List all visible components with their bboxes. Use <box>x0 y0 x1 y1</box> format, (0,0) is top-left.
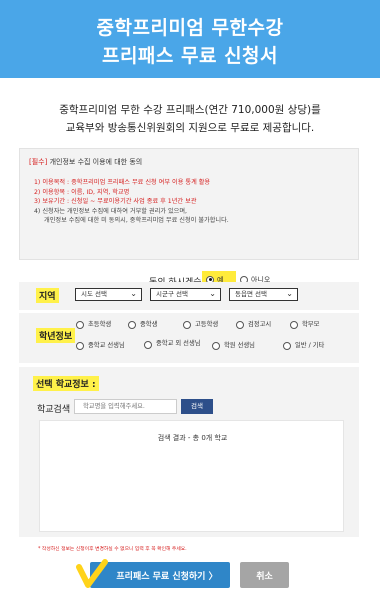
radio-unchecked-icon[interactable] <box>290 320 298 329</box>
option-label: 고등학생 <box>195 321 219 328</box>
option-high[interactable]: 고등학생 <box>183 320 218 329</box>
radio-unchecked-icon[interactable] <box>144 341 152 349</box>
town-select[interactable]: 동읍면 선택 ⌄ <box>229 288 298 301</box>
apply-button-label: 프리패스 무료 신청하기 〉 <box>116 571 218 582</box>
school-search-input[interactable] <box>74 399 177 414</box>
radio-unchecked-icon[interactable] <box>76 341 84 350</box>
option-label: 초등학생 <box>88 321 112 328</box>
intro-text: 중학프리미엄 무한 수강 프리패스(연간 710,000원 상당)를 교육부와 … <box>0 101 380 137</box>
province-select-value: 시도 선택 <box>81 290 107 298</box>
chevron-down-icon: ⌄ <box>209 289 216 298</box>
option-academy-teacher[interactable]: 학원 선생님 <box>212 341 255 350</box>
apply-button[interactable]: 프리패스 무료 신청하기 〉 <box>90 562 230 588</box>
option-middle[interactable]: 중학생 <box>128 320 157 329</box>
cancel-button[interactable]: 취소 <box>240 562 289 588</box>
option-label: 중학생 <box>140 321 158 328</box>
radio-unchecked-icon[interactable] <box>283 341 291 350</box>
consent-item: 1) 이용목적 : 중학프리미엄 프리패스 무료 신청 여부 이용 통계 활용 <box>34 179 211 186</box>
consent-box: [필수] 개인정보 수집 이용에 대한 동의 1) 이용목적 : 중학프리미엄 … <box>19 148 359 260</box>
intro-line1: 중학프리미엄 무한 수강 프리패스(연간 710,000원 상당)를 <box>59 104 321 116</box>
footnote: * 작성하신 정보는 신청이후 변경하실 수 없으니 입력 후 꼭 확인해 주세… <box>38 547 187 552</box>
check-mark-icon <box>76 559 108 588</box>
option-ged[interactable]: 검정고시 <box>236 320 271 329</box>
radio-unchecked-icon[interactable] <box>183 320 191 329</box>
chevron-down-icon: ⌄ <box>130 289 137 298</box>
option-middle-teacher[interactable]: 중학교 선생님 <box>76 341 125 350</box>
option-label: 검정고시 <box>248 321 272 328</box>
option-label: 중학교 외 선생님 <box>156 340 201 347</box>
town-select-value: 동읍면 선택 <box>235 290 267 298</box>
option-parent[interactable]: 학부모 <box>290 320 319 329</box>
search-results-box: 검색 결과 - 총 0개 학교 <box>39 420 344 532</box>
option-label: 학원 선생님 <box>224 342 255 349</box>
radio-unchecked-icon[interactable] <box>76 320 84 329</box>
school-info-label: 선택 학교정보 : <box>33 376 99 391</box>
consent-item: 2) 이용항목 : 이름, ID, 지역, 학교명 <box>34 188 130 196</box>
radio-unchecked-icon[interactable] <box>236 320 244 329</box>
city-select[interactable]: 시군구 선택 ⌄ <box>150 288 221 301</box>
student-label: 학년정보 <box>36 328 76 343</box>
consent-note-line2: 개인정보 수집에 대한 미 동의시, 중학프리미엄 무료 신청이 불가합니다. <box>44 217 229 224</box>
radio-unchecked-icon[interactable] <box>212 341 220 350</box>
consent-note-line1: 4) 신청자는 개인정보 수집에 대하여 거부할 권리가 있으며, <box>34 207 188 215</box>
region-label: 지역 <box>36 288 59 303</box>
search-results-text: 검색 결과 - 총 0개 학교 <box>157 434 228 442</box>
chevron-down-icon: ⌄ <box>286 289 293 298</box>
province-select[interactable]: 시도 선택 ⌄ <box>75 288 142 301</box>
city-select-value: 시군구 선택 <box>156 290 188 298</box>
page-title-line2: 프리패스 무료 신청서 <box>101 45 279 67</box>
option-label: 중학교 선생님 <box>88 342 125 349</box>
consent-title: [필수] 개인정보 수집 이용에 대한 동의 <box>29 157 142 167</box>
option-label: 일반 / 기타 <box>295 342 325 349</box>
search-button[interactable]: 검색 <box>181 399 213 414</box>
consent-title-text: 개인정보 수집 이용에 대한 동의 <box>49 158 143 166</box>
school-search-label: 학교검색 <box>37 405 71 415</box>
consent-items: 1) 이용목적 : 중학프리미엄 프리패스 무료 신청 여부 이용 통계 활용 … <box>34 178 229 226</box>
intro-line2: 교육부와 방송통신위원회의 지원으로 무료로 제공합니다. <box>65 122 315 134</box>
radio-unchecked-icon[interactable] <box>128 320 136 329</box>
consent-item: 3) 보유기간 : 신청일 ~ 무료이용기간 사업 종료 후 1년간 보관 <box>34 198 197 205</box>
option-general[interactable]: 일반 / 기타 <box>283 341 324 350</box>
option-elementary[interactable]: 초등학생 <box>76 320 111 329</box>
page-title-line1: 중학프리미엄 무한수강 <box>96 17 284 39</box>
required-tag: [필수] <box>29 158 48 166</box>
option-label: 학부모 <box>302 321 320 328</box>
option-other-teacher[interactable]: 중학교 외 선생님 <box>144 339 204 349</box>
page-header: 중학프리미엄 무한수강 프리패스 무료 신청서 <box>0 0 380 78</box>
